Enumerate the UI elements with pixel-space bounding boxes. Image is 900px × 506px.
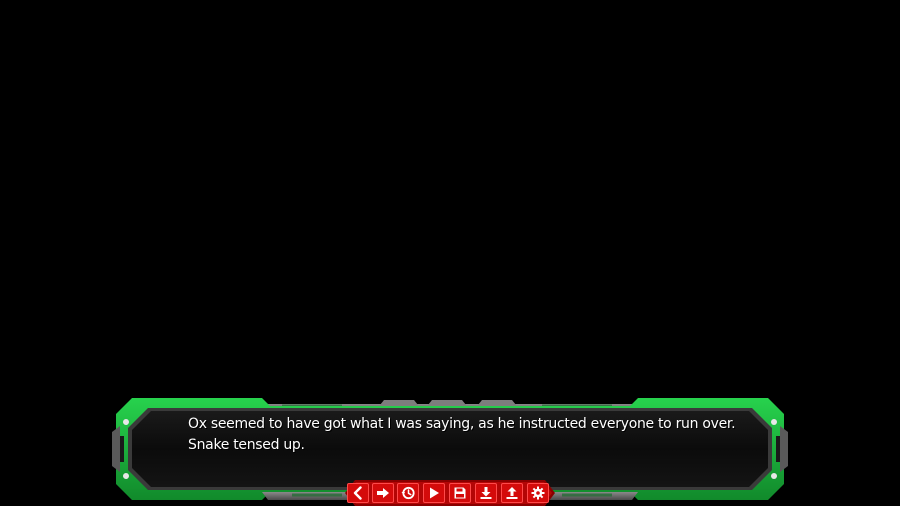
auto-play-button[interactable] — [423, 483, 445, 503]
save-button[interactable] — [449, 483, 471, 503]
dialogue-text: Ox seemed to have got what I was saying,… — [188, 414, 736, 456]
gear-icon — [531, 486, 545, 500]
dialogue-line-2: Snake tensed up. — [188, 437, 305, 453]
play-icon — [430, 487, 439, 499]
game-stage[interactable]: Ox seemed to have got what I was saying,… — [0, 0, 900, 506]
dialogue-line-1: Ox seemed to have got what I was saying,… — [188, 416, 736, 432]
history-button[interactable] — [397, 483, 419, 503]
skip-button[interactable] — [372, 483, 394, 503]
download-icon — [480, 487, 492, 499]
upload-button[interactable] — [501, 483, 523, 503]
settings-button[interactable] — [527, 483, 549, 503]
load-button[interactable] — [475, 483, 497, 503]
quick-menu — [345, 480, 555, 506]
history-icon — [401, 486, 415, 500]
floppy-disk-icon — [454, 487, 466, 499]
chevron-left-icon — [353, 486, 362, 500]
arrow-right-icon — [377, 488, 389, 498]
upload-icon — [506, 487, 518, 499]
back-button[interactable] — [347, 483, 369, 503]
